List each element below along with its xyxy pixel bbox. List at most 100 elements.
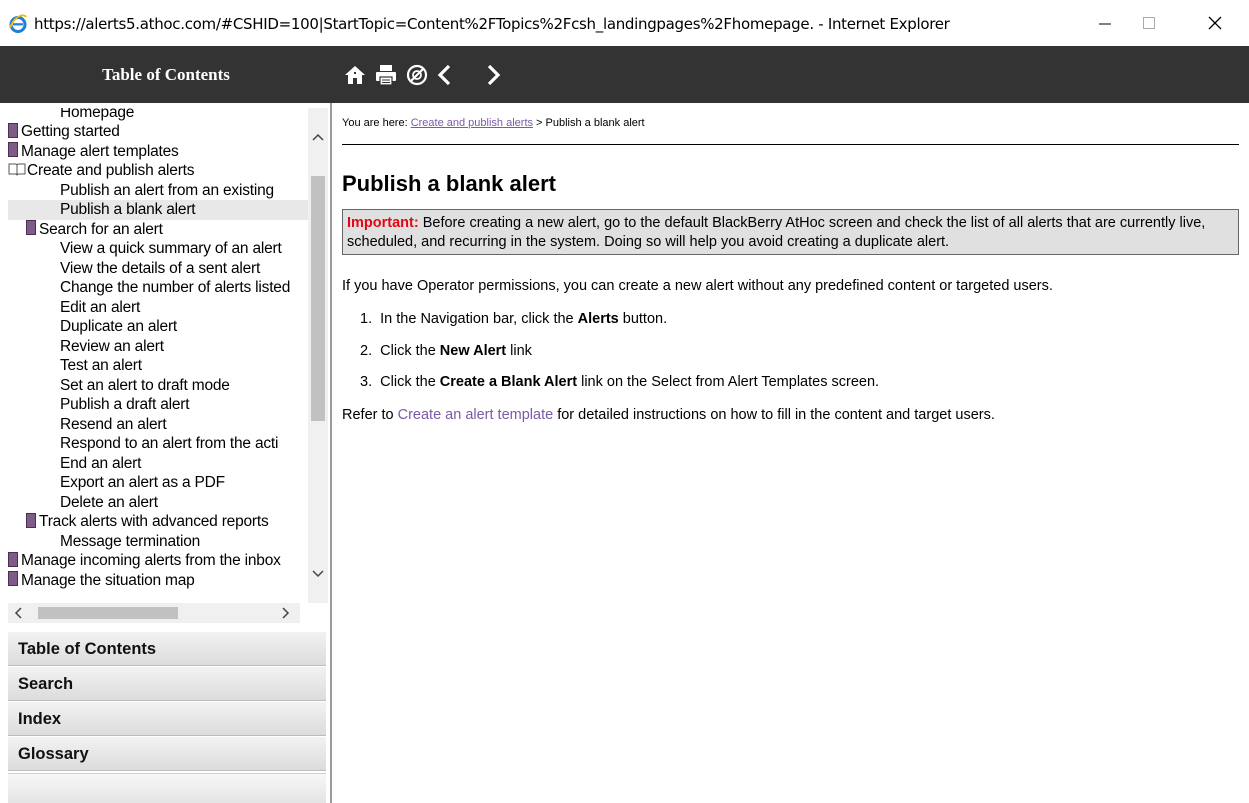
refer-text-after: for detailed instructions on how to fill… — [553, 407, 995, 423]
toc-item-label: Change the number of alerts listed — [60, 279, 291, 296]
toc-item-label: Duplicate an alert — [60, 318, 178, 335]
toc-item-label: Create and publish alerts — [27, 162, 195, 179]
toc-item[interactable]: View a quick summary of an alert — [8, 239, 308, 259]
step-2: 2. Click the New Alert link — [360, 343, 532, 359]
step-text: In the Navigation bar, click the — [380, 311, 578, 327]
toc-item-label: Publish a blank alert — [60, 201, 196, 218]
toc-item[interactable]: Change the number of alerts listed — [8, 278, 308, 298]
chevron-down-icon — [312, 570, 324, 578]
accordion-footer — [8, 773, 326, 803]
print-icon — [376, 65, 396, 86]
scroll-right-button[interactable] — [276, 603, 296, 623]
toc-item[interactable]: Duplicate an alert — [8, 317, 308, 337]
breadcrumb-prefix: You are here: — [342, 117, 411, 129]
step-text-after: button. — [618, 311, 668, 327]
toc-item-label: Review an alert — [60, 337, 164, 355]
close-button[interactable] — [1192, 8, 1238, 38]
toc-item-label: Publish an alert from an existing — [60, 181, 274, 199]
maximize-button[interactable] — [1126, 8, 1172, 38]
closed-book-icon — [26, 512, 36, 528]
toc-item[interactable]: View the details of a sent alert — [8, 259, 308, 279]
toc-header-title: Table of Contents — [102, 64, 230, 84]
toc-item-label: Publish a draft alert — [60, 396, 190, 413]
important-text: Before creating a new alert, go to the d… — [347, 215, 1206, 250]
open-book-icon — [8, 163, 26, 177]
remove-highlight-button[interactable] — [404, 62, 430, 88]
toc-item[interactable]: Manage alert templates — [8, 142, 308, 162]
page-title: Publish a blank alert — [342, 171, 556, 196]
toc-item[interactable]: End an alert — [8, 454, 308, 474]
toc-item-label: Message termination — [60, 532, 201, 550]
create-alert-template-link[interactable]: Create an alert template — [398, 407, 554, 423]
toc-item[interactable]: Export an alert as a PDF — [8, 473, 308, 493]
scroll-down-button[interactable] — [308, 564, 328, 584]
accordion-search[interactable]: Search — [8, 666, 326, 701]
chevron-right-icon — [282, 607, 290, 619]
help-toolbar: Table of Contents — [0, 46, 1249, 103]
accordion-glossary[interactable]: Glossary — [8, 736, 326, 771]
toc-item[interactable]: Publish an alert from an existing — [8, 181, 308, 201]
maximize-icon — [1143, 17, 1155, 29]
accordion-table-of-contents[interactable]: Table of Contents — [8, 631, 326, 666]
toc-item-label: Manage incoming alerts from the inbox — [21, 552, 281, 569]
toc-item[interactable]: Delete an alert — [8, 493, 308, 513]
step-number: 1. — [360, 311, 373, 327]
step-number: 3. — [360, 374, 373, 390]
close-icon — [1208, 16, 1222, 30]
step-bold: New Alert — [439, 343, 507, 359]
internet-explorer-icon — [9, 14, 27, 33]
toc-item[interactable]: Manage incoming alerts from the inbox — [8, 551, 308, 571]
print-button[interactable] — [373, 62, 399, 88]
vertical-scroll-thumb[interactable] — [311, 176, 325, 421]
navigation-pane: Homepage Getting started Manage alert temp… — [0, 103, 332, 803]
toc-item[interactable]: Publish a draft alert — [8, 395, 308, 415]
back-button[interactable] — [432, 62, 458, 88]
minimize-button[interactable] — [1082, 8, 1128, 38]
accordion-index[interactable]: Index — [8, 701, 326, 736]
toc-item[interactable]: Search for an alert — [8, 220, 308, 240]
toc-item[interactable]: Test an alert — [8, 356, 308, 376]
horizontal-scroll-thumb[interactable] — [38, 607, 178, 619]
forward-icon — [487, 64, 501, 86]
step-3: 3. Click the Create a Blank Alert link o… — [360, 374, 879, 390]
toc-item-label: Manage alert templates — [21, 142, 179, 160]
toc-item-label: Track alerts with advanced reports — [39, 513, 269, 530]
scroll-up-button[interactable] — [308, 127, 328, 147]
toc-item[interactable]: Getting started — [8, 122, 308, 142]
step-bold: Create a Blank Alert — [439, 374, 578, 390]
minimize-icon — [1099, 23, 1111, 25]
toc-vertical-scrollbar[interactable] — [308, 108, 328, 603]
home-button[interactable] — [342, 62, 368, 88]
toc-tree-list: Homepage Getting started Manage alert temp… — [8, 108, 308, 590]
toc-item-label: Respond to an alert from the acti — [60, 435, 279, 452]
toc-item[interactable]: Edit an alert — [8, 298, 308, 318]
toc-tree[interactable]: Homepage Getting started Manage alert temp… — [8, 108, 328, 603]
forward-button[interactable] — [480, 62, 506, 88]
toc-item[interactable]: Respond to an alert from the acti — [8, 434, 308, 454]
toc-item[interactable]: Homepage — [8, 108, 308, 122]
toc-item[interactable]: Create and publish alerts — [8, 161, 308, 181]
toc-item[interactable]: Message termination — [8, 532, 308, 552]
breadcrumb-link[interactable]: Create and publish alerts — [411, 117, 533, 129]
toc-item[interactable]: Manage the situation map — [8, 571, 308, 591]
breadcrumb: You are here: Create and publish alerts … — [342, 117, 645, 129]
toc-item-label: Resend an alert — [60, 415, 167, 433]
toc-item-label: Edit an alert — [60, 298, 141, 316]
toc-item[interactable]: Publish a blank alert — [8, 200, 308, 220]
scroll-left-button[interactable] — [8, 603, 28, 623]
step-text-after: link on the Select from Alert Templates … — [577, 374, 880, 390]
toc-item[interactable]: Set an alert to draft mode — [8, 376, 308, 396]
toc-item-label: Getting started — [21, 123, 120, 140]
toc-item[interactable]: Review an alert — [8, 337, 308, 357]
window-titlebar: https://alerts5.athoc.com/#CSHID=100|Sta… — [0, 0, 1249, 46]
toc-item[interactable]: Track alerts with advanced reports — [8, 512, 308, 532]
toc-item-label: View the details of a sent alert — [60, 259, 261, 277]
remove-highlight-icon — [406, 64, 428, 86]
step-bold: Alerts — [577, 311, 619, 327]
toc-item-label: Search for an alert — [39, 220, 163, 238]
toc-item[interactable]: Resend an alert — [8, 415, 308, 435]
toc-item-label: Manage the situation map — [21, 571, 195, 589]
back-icon — [437, 64, 451, 86]
toc-horizontal-scrollbar[interactable] — [8, 603, 300, 623]
toc-item-label: Delete an alert — [60, 493, 158, 511]
